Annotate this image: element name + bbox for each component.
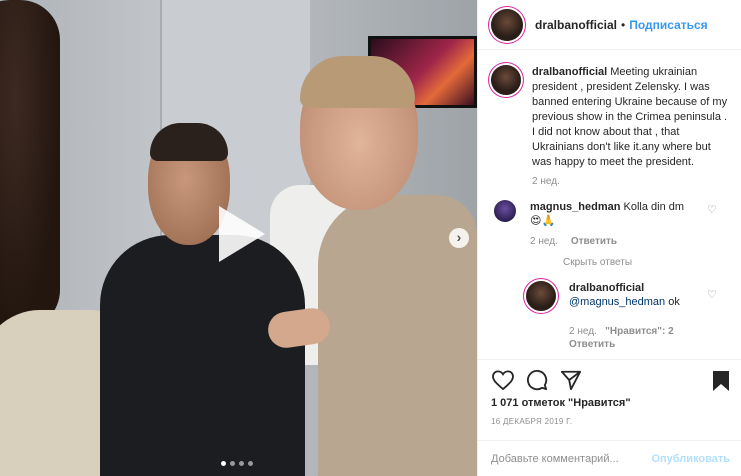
caption-age: 2 нед. bbox=[532, 176, 560, 187]
reply-age: 2 нед. bbox=[569, 326, 597, 337]
reply-item: dralbanofficial @magnus_hedman ok ♡ bbox=[478, 281, 741, 311]
action-bar bbox=[478, 359, 741, 399]
carousel-dot bbox=[221, 461, 226, 466]
caption-avatar[interactable] bbox=[491, 65, 521, 95]
post-date[interactable]: 16 ДЕКАБРЯ 2019 Г. bbox=[491, 417, 572, 426]
post-sidebar: dralbanofficial • Подписаться dralbanoff… bbox=[477, 0, 741, 476]
author-username[interactable]: dralbanofficial bbox=[535, 18, 617, 32]
reply-body: dralbanofficial @magnus_hedman ok bbox=[569, 281, 680, 311]
caption-author[interactable]: dralbanofficial bbox=[532, 66, 607, 78]
reply-text: ok bbox=[668, 296, 680, 308]
comment-composer: Опубликовать bbox=[478, 440, 741, 476]
post-header: dralbanofficial • Подписаться bbox=[478, 0, 741, 50]
carousel-dot bbox=[248, 461, 253, 466]
comment-input[interactable] bbox=[491, 452, 652, 465]
publish-button[interactable]: Опубликовать bbox=[651, 453, 730, 465]
carousel-dot bbox=[239, 461, 244, 466]
caption-text: dralbanofficial Meeting ukrainian presid… bbox=[532, 65, 730, 170]
comments-list: dralbanofficial Meeting ukrainian presid… bbox=[478, 65, 741, 351]
comment-emoji: 😍🙏 bbox=[530, 215, 556, 227]
comment-like-heart-icon[interactable]: ♡ bbox=[707, 205, 719, 216]
comment-age: 2 нед. bbox=[530, 236, 558, 247]
carousel-dot bbox=[230, 461, 235, 466]
follow-button[interactable]: Подписаться bbox=[629, 18, 707, 32]
comment-body: magnus_hedman Kolla din dm 😍🙏 bbox=[530, 200, 710, 228]
comment-text: Kolla din dm bbox=[623, 201, 685, 213]
chevron-right-icon[interactable]: › bbox=[449, 228, 469, 248]
reply-avatar[interactable] bbox=[526, 281, 556, 311]
share-icon[interactable] bbox=[559, 368, 583, 392]
reply-mention[interactable]: @magnus_hedman bbox=[569, 296, 665, 308]
comment-item: magnus_hedman Kolla din dm 😍🙏 ♡ bbox=[478, 200, 741, 228]
carousel-dots bbox=[221, 461, 253, 466]
reply-likes[interactable]: "Нравится": 2 bbox=[605, 326, 674, 337]
instagram-post: › dralbanofficial • Подписаться dralbano… bbox=[0, 0, 741, 476]
reply-meta: 2 нед. "Нравится": 2 Ответить bbox=[569, 325, 741, 351]
post-media[interactable]: › bbox=[0, 0, 477, 476]
commenter-avatar[interactable] bbox=[494, 200, 516, 222]
hide-replies-button[interactable]: Скрыть ответы bbox=[563, 257, 741, 268]
play-icon[interactable] bbox=[213, 206, 265, 262]
likes-count[interactable]: 1 071 отметок "Нравится" bbox=[491, 397, 631, 409]
comment-meta: 2 нед. Ответить bbox=[530, 236, 741, 247]
reply-like-heart-icon[interactable]: ♡ bbox=[707, 290, 719, 301]
comment-author[interactable]: magnus_hedman bbox=[530, 201, 620, 213]
header-separator: • bbox=[621, 17, 626, 32]
author-avatar[interactable] bbox=[491, 8, 523, 41]
reply-author[interactable]: dralbanofficial bbox=[569, 282, 644, 294]
comment-reply-button[interactable]: Ответить bbox=[571, 236, 617, 247]
heart-icon[interactable] bbox=[491, 368, 515, 392]
post-caption: dralbanofficial Meeting ukrainian presid… bbox=[478, 65, 741, 170]
comment-icon[interactable] bbox=[525, 368, 549, 392]
reply-reply-button[interactable]: Ответить bbox=[569, 339, 615, 350]
caption-body: Meeting ukrainian president , president … bbox=[532, 66, 728, 168]
bookmark-icon[interactable] bbox=[709, 369, 733, 393]
